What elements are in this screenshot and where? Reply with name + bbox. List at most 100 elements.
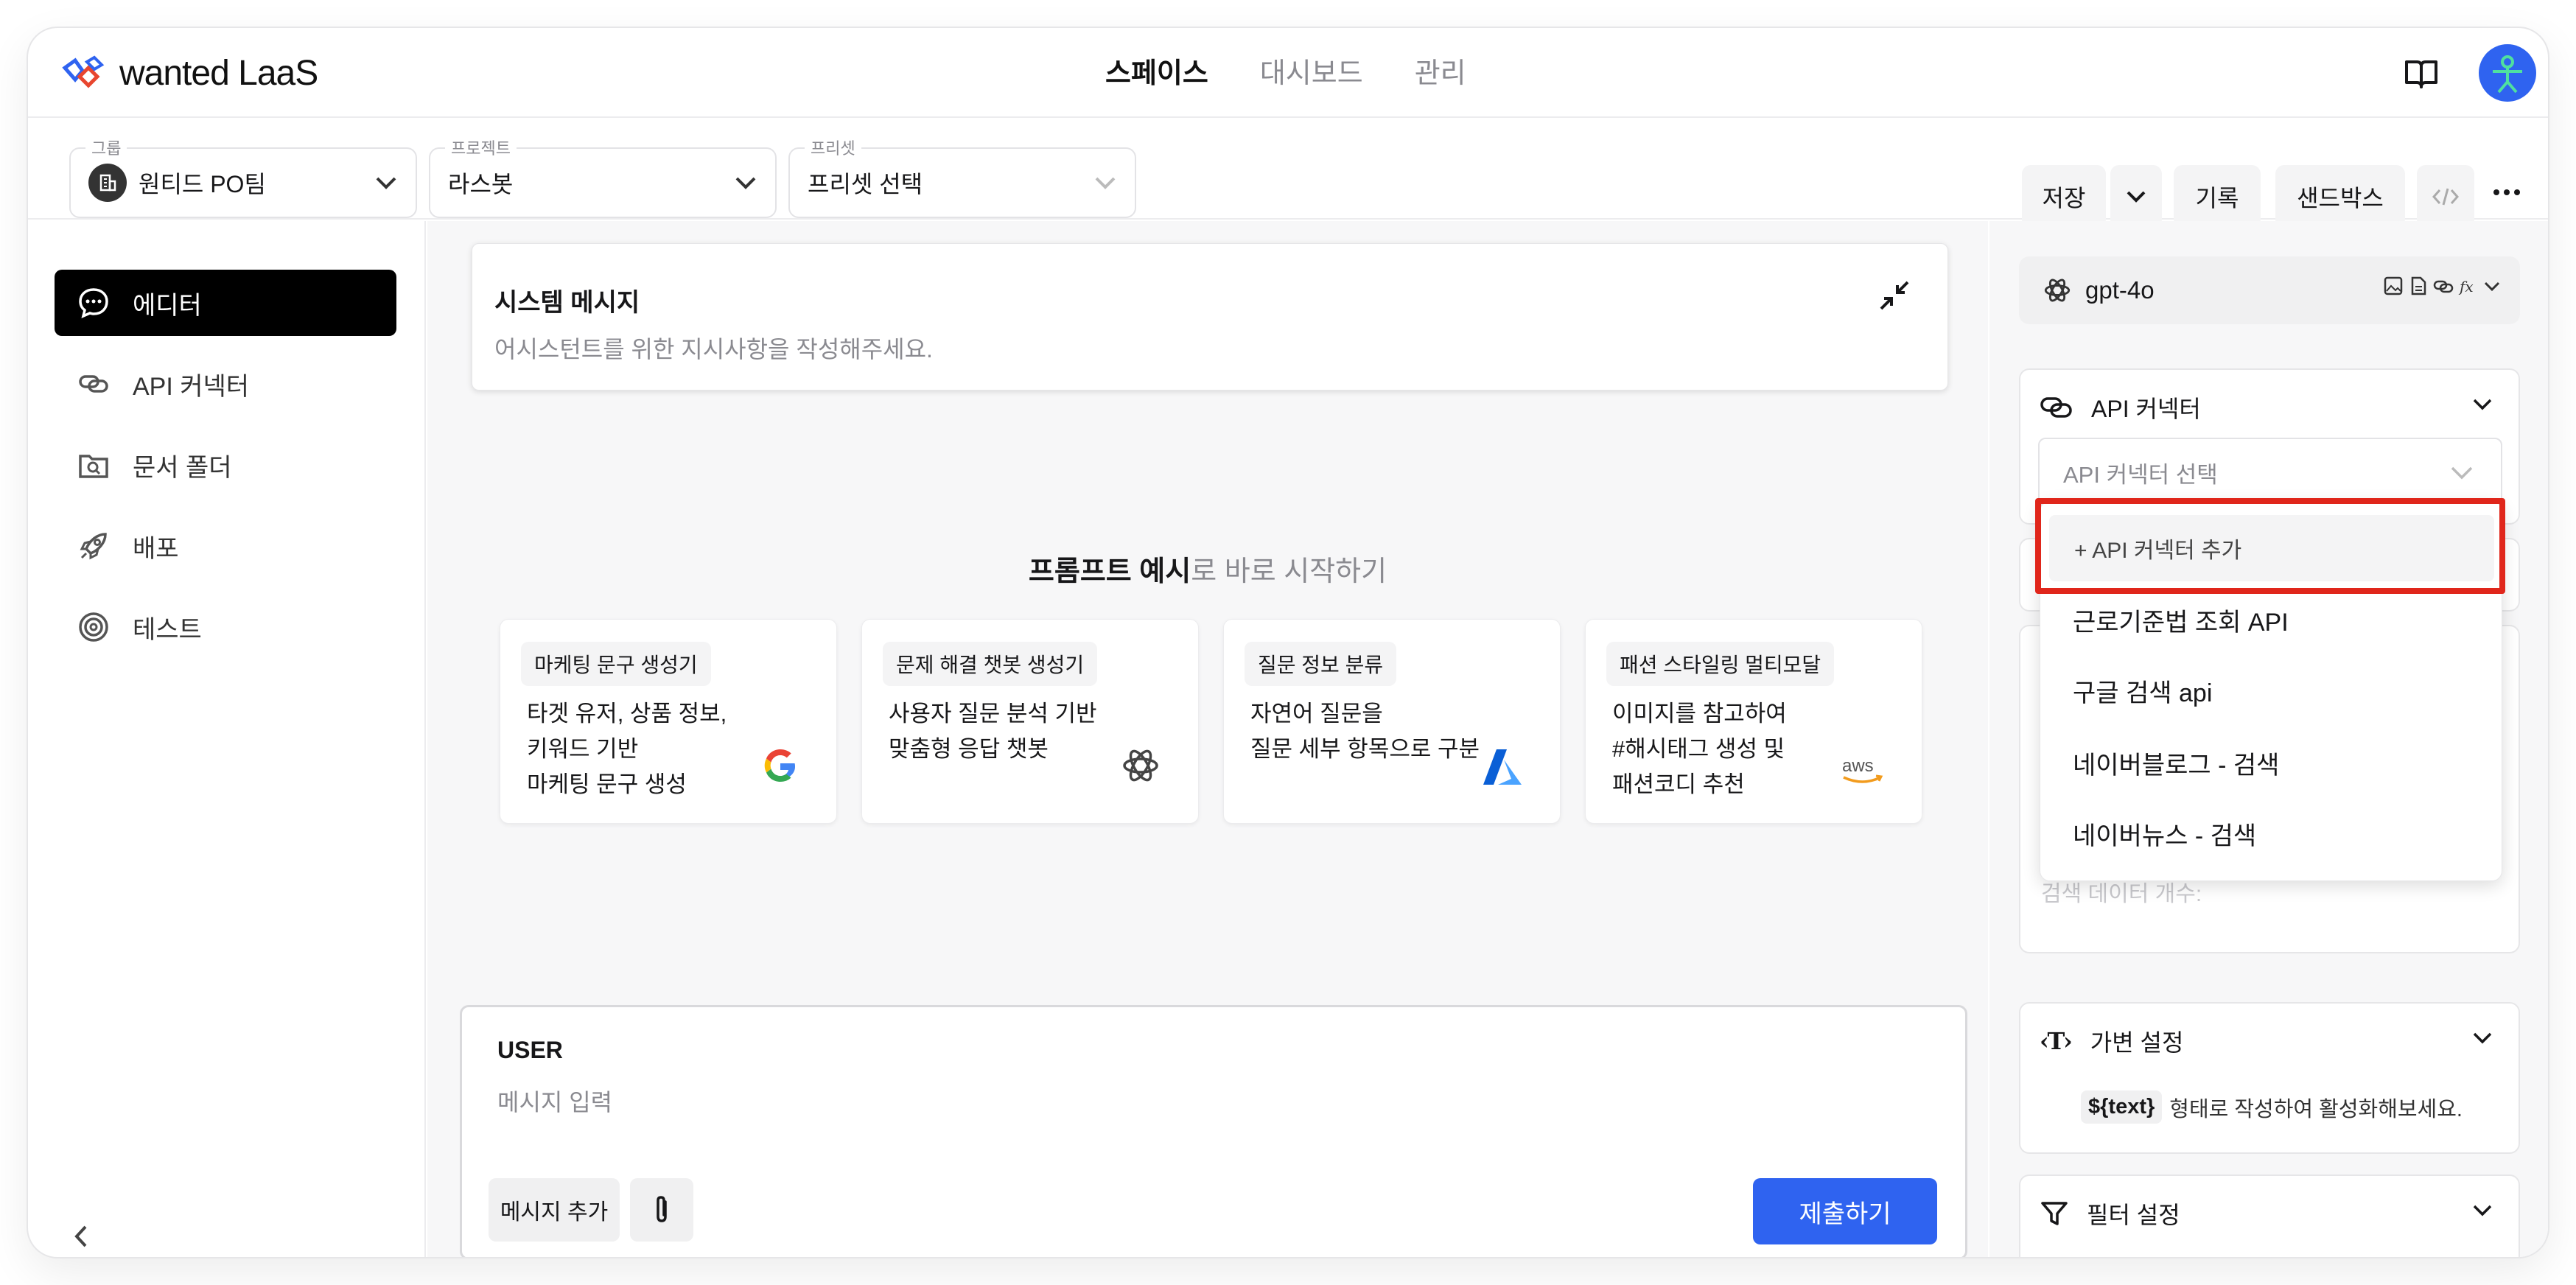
book-icon[interactable]	[2402, 55, 2440, 93]
user-message-input[interactable]: 메시지 입력	[497, 1084, 612, 1118]
variable-settings-section: ‹T› 가변 설정 ${text} 형태로 작성하여 활성화해보세요.	[2019, 1002, 2520, 1154]
chevron-down-icon[interactable]	[2471, 1202, 2493, 1219]
code-button[interactable]	[2417, 165, 2474, 228]
save-options-button[interactable]	[2110, 165, 2162, 228]
collapse-sidebar-button[interactable]	[72, 1223, 90, 1256]
dropdown-option[interactable]: 네이버뉴스 - 검색	[2073, 816, 2256, 852]
example-card-chatbot[interactable]: 문제 해결 챗봇 생성기 사용자 질문 분석 기반 맞춤형 응답 챗봇	[861, 619, 1199, 824]
system-message-card[interactable]: 시스템 메시지 어시스턴트를 위한 지시사항을 작성해주세요.	[472, 243, 1948, 391]
text-variable-icon: ‹T›	[2040, 1027, 2073, 1055]
top-navigation: wanted LaaS 스페이스 대시보드 관리	[28, 28, 2548, 118]
dropdown-option[interactable]: 근로기준법 조회 API	[2073, 602, 2289, 638]
rocket-icon	[77, 529, 111, 563]
more-options-icon[interactable]	[2492, 187, 2521, 200]
sidebar-item-label: 문서 폴더	[133, 453, 232, 482]
chevron-down-icon[interactable]	[2471, 396, 2493, 413]
system-message-input[interactable]: 어시스턴트를 위한 지시사항을 작성해주세요.	[494, 331, 933, 365]
model-name: gpt-4o	[2085, 276, 2155, 304]
sidebar-item-label: 테스트	[133, 615, 202, 644]
avatar[interactable]	[2479, 44, 2536, 102]
api-connector-title: API 커넥터	[2091, 396, 2201, 422]
examples-heading: 프롬프트 예시로 바로 시작하기	[427, 548, 1988, 589]
attach-button[interactable]	[630, 1178, 693, 1242]
filter-settings-title: 필터 설정	[2087, 1202, 2180, 1228]
save-button[interactable]: 저장	[2022, 165, 2106, 228]
add-message-button[interactable]: 메시지 추가	[489, 1178, 620, 1242]
variable-code: ${text}	[2081, 1090, 2163, 1124]
submit-button[interactable]: 제출하기	[1753, 1178, 1937, 1244]
sidebar-item-label: API 커넥터	[133, 372, 250, 401]
example-tag: 문제 해결 챗봇 생성기	[883, 642, 1098, 686]
preset-select[interactable]: 프리셋 프리셋 선택	[788, 136, 1136, 218]
chat-bubble-icon	[77, 286, 111, 320]
sidebar-item-document-folder[interactable]: 문서 폴더	[55, 432, 396, 498]
google-icon	[764, 749, 795, 782]
chevron-down-icon	[376, 177, 396, 189]
group-select-value: 원티드 PO팀	[139, 171, 266, 197]
nav-tabs: 스페이스 대시보드 관리	[1105, 50, 1466, 91]
system-message-title: 시스템 메시지	[494, 289, 640, 317]
history-button[interactable]: 기록	[2174, 165, 2261, 228]
openai-icon	[2044, 279, 2071, 302]
user-message-box: USER 메시지 입력 메시지 추가 제출하기	[460, 1005, 1967, 1257]
examples-heading-rest: 로 바로 시작하기	[1191, 556, 1387, 587]
model-capabilities: fx	[2383, 276, 2501, 296]
project-select-label: 프로젝트	[445, 136, 517, 159]
image-icon	[2384, 276, 2403, 295]
api-connector-header[interactable]: API 커넥터	[2040, 391, 2201, 424]
sidebar-item-deploy[interactable]: 배포	[55, 513, 396, 579]
variable-hint-text: 형태로 작성하여 활성화해보세요.	[2169, 1097, 2463, 1121]
nav-tab-manage[interactable]: 관리	[1415, 50, 1466, 91]
logo[interactable]: wanted LaaS	[60, 53, 318, 94]
project-select[interactable]: 프로젝트 라스봇	[429, 136, 777, 218]
preset-select-value: 프리셋 선택	[808, 171, 923, 197]
paperclip-icon	[657, 1196, 667, 1222]
sidebar: 에디터 API 커넥터 문서 폴더 배포 테스트	[28, 221, 426, 1257]
dropdown-option[interactable]: 구글 검색 api	[2073, 673, 2212, 709]
project-select-value: 라스봇	[448, 171, 514, 197]
nav-tab-space[interactable]: 스페이스	[1105, 50, 1208, 91]
target-icon	[77, 610, 111, 644]
user-figure-icon	[2493, 55, 2522, 94]
example-card-fashion[interactable]: 패션 스타일링 멀티모달 이미지를 참고하여 #해시태그 생성 및 패션코디 추…	[1585, 619, 1922, 824]
example-desc: 자연어 질문을 질문 세부 항목으로 구분	[1250, 701, 1480, 762]
folder-search-icon	[77, 448, 111, 482]
filter-icon	[2041, 1202, 2068, 1225]
sidebar-item-test[interactable]: 테스트	[55, 594, 396, 660]
chevron-down-icon	[2484, 281, 2500, 292]
sidebar-item-api-connector[interactable]: API 커넥터	[55, 351, 396, 417]
sandbox-button[interactable]: 샌드박스	[2275, 165, 2405, 228]
sidebar-item-label: 배포	[133, 534, 179, 563]
chevron-down-icon[interactable]	[2471, 1030, 2493, 1046]
example-desc: 타겟 유저, 상품 정보, 키워드 기반 마케팅 문구 생성	[527, 701, 727, 797]
openai-icon	[1123, 749, 1158, 782]
logo-mark-icon	[62, 55, 105, 88]
function-icon: fx	[2458, 278, 2474, 295]
sidebar-item-editor[interactable]: 에디터	[55, 270, 396, 336]
example-tag: 마케팅 문구 생성기	[521, 642, 711, 686]
example-card-marketing[interactable]: 마케팅 문구 생성기 타겟 유저, 상품 정보, 키워드 기반 마케팅 문구 생…	[500, 619, 837, 824]
variable-settings-header[interactable]: ‹T› 가변 설정	[2040, 1024, 2183, 1058]
sidebar-item-label: 에디터	[133, 291, 202, 320]
chevron-down-icon	[735, 177, 756, 189]
filter-settings-header[interactable]: 필터 설정	[2040, 1197, 2180, 1230]
editor-main: 시스템 메시지 어시스턴트를 위한 지시사항을 작성해주세요. 프롬프트 예시로…	[427, 221, 1988, 1257]
document-icon	[2411, 276, 2426, 295]
add-api-connector-button[interactable]: + API 커넥터 추가	[2049, 515, 2494, 581]
api-connector-select-value: API 커넥터 선택	[2063, 461, 2218, 488]
group-select[interactable]: 그룹 원티드 PO팀	[69, 136, 417, 218]
dropdown-option[interactable]: 네이버블로그 - 검색	[2073, 745, 2279, 781]
link-icon	[77, 367, 111, 401]
example-desc: 이미지를 참고하여 #해시태그 생성 및 패션코디 추천	[1612, 701, 1787, 797]
logo-text: wanted LaaS	[119, 54, 318, 93]
example-desc: 사용자 질문 분석 기반 맞춤형 응답 챗봇	[889, 701, 1097, 762]
collapse-icon[interactable]	[1878, 279, 1911, 312]
nav-tab-dashboard[interactable]: 대시보드	[1260, 50, 1363, 91]
example-card-classify[interactable]: 질문 정보 분류 자연어 질문을 질문 세부 항목으로 구분	[1223, 619, 1561, 824]
model-select[interactable]: gpt-4o fx	[2019, 256, 2520, 324]
api-connector-select[interactable]: API 커넥터 선택	[2038, 438, 2502, 507]
chevron-down-icon	[2451, 466, 2473, 480]
user-role-label: USER	[497, 1037, 563, 1063]
code-icon	[2432, 188, 2459, 206]
link-icon	[2040, 397, 2072, 418]
